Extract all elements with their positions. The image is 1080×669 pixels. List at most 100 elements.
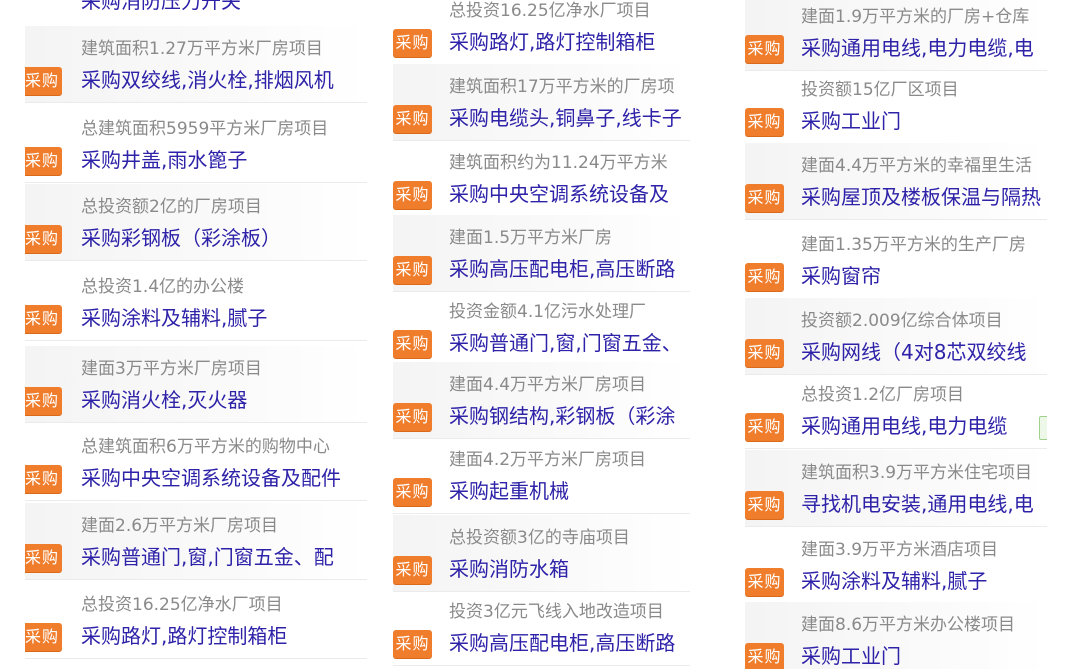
list-item[interactable]: 建面3.9万平方米酒店项目 采购 采购涂料及辅料,腻子 <box>745 527 1047 604</box>
purchase-badge: 采购 <box>393 256 432 284</box>
item-description: 投资额2.009亿综合体项目 <box>801 311 1003 331</box>
item-title[interactable]: 采购窗帘 <box>801 263 1047 289</box>
item-description: 总投资1.4亿的办公楼 <box>81 277 245 297</box>
list-item[interactable]: 建面4.4万平方米厂房项目 采购 采购钢结构,彩钢板（彩涂 <box>393 362 690 439</box>
purchase-badge: 采购 <box>745 413 784 441</box>
item-title[interactable]: 采购高压配电柜,高压断路 <box>449 630 690 656</box>
item-description: 建面1.9万平方米的厂房+仓库 <box>801 7 1030 27</box>
item-description: 建筑面积17万平方米的厂房项 <box>449 77 675 97</box>
list-item[interactable]: 建面4.4万平方米的幸福里生活 采购 采购屋顶及楼板保温与隔热 <box>745 143 1047 220</box>
purchase-badge: 采购 <box>393 181 432 209</box>
list-item[interactable]: 建筑面积1.27万平方米厂房项目 采购 采购双绞线,消火栓,排烟风机 <box>25 26 367 103</box>
item-title[interactable]: 采购普通门,窗,门窗五金、 <box>449 330 690 356</box>
list-item[interactable]: 总投资1.2亿厂房项目 采购 采购通用电线,电力电缆 <box>745 372 1047 449</box>
list-item[interactable]: 建面1.9万平方米的厂房+仓库 采购 采购通用电线,电力电缆,电 <box>745 0 1047 71</box>
purchase-badge: 采购 <box>393 330 432 358</box>
list-item[interactable]: 建筑面积17万平方米的厂房项 采购 采购电缆头,铜鼻子,线卡子 <box>393 64 690 141</box>
item-title[interactable]: 采购路灯,路灯控制箱柜 <box>449 29 690 55</box>
item-title[interactable]: 采购中央空调系统设备及配件 <box>81 465 367 491</box>
purchase-badge: 采购 <box>25 387 62 415</box>
item-description: 投资额15亿厂区项目 <box>801 80 959 100</box>
purchase-badge: 采购 <box>25 465 62 493</box>
item-title[interactable]: 采购涂料及辅料,腻子 <box>81 305 367 331</box>
item-description: 总投资16.25亿净水厂项目 <box>81 595 283 615</box>
list-item[interactable]: 建筑面积约为11.24万平方米 采购 采购中央空调系统设备及 <box>393 140 690 217</box>
purchase-badge: 采购 <box>25 623 62 651</box>
list-item[interactable]: 建面4.2万平方米厂房项目 采购 采购起重机械 <box>393 437 690 514</box>
list-item[interactable]: 投资额15亿厂区项目 采购 采购工业门 <box>745 67 1047 144</box>
purchase-badge: 采购 <box>25 544 62 572</box>
list-item[interactable]: 总投资16.25亿净水厂项目 采购 采购路灯,路灯控制箱柜 <box>393 0 690 65</box>
item-description: 建面3万平方米厂房项目 <box>81 359 262 379</box>
list-item[interactable]: 投资3亿元飞线入地改造项目 采购 采购高压配电柜,高压断路 <box>393 589 690 666</box>
item-description: 建面1.35万平方米的生产厂房 <box>801 235 1026 255</box>
item-title[interactable]: 采购电缆头,铜鼻子,线卡子 <box>449 105 690 131</box>
item-title[interactable]: 采购消防压力开关 <box>81 0 367 14</box>
item-description: 投资金额4.1亿污水处理厂 <box>449 302 647 322</box>
item-title[interactable]: 采购消防水箱 <box>449 556 690 582</box>
list-item[interactable]: 总投资1.4亿的办公楼 采购 采购涂料及辅料,腻子 <box>25 264 367 341</box>
item-title[interactable]: 采购井盖,雨水篦子 <box>81 147 367 173</box>
purchase-badge: 采购 <box>25 225 62 253</box>
list-item[interactable]: 总投资额3亿的寺庙项目 采购 采购消防水箱 <box>393 515 690 592</box>
purchase-badge: 采购 <box>745 491 784 519</box>
item-title[interactable]: 采购工业门 <box>801 108 1047 134</box>
project-column-1: 采购消防压力开关 建筑面积1.27万平方米厂房项目 采购 采购双绞线,消火栓,排… <box>25 0 367 669</box>
purchase-badge: 采购 <box>745 568 784 596</box>
item-description: 总投资额3亿的寺庙项目 <box>449 528 630 548</box>
item-description: 建面4.4万平方米的幸福里生活 <box>801 156 1033 176</box>
item-title[interactable]: 采购通用电线,电力电缆,电 <box>801 35 1047 61</box>
list-item[interactable]: 总建筑面积5959平方米厂房项目 采购 采购井盖,雨水篦子 <box>25 106 367 183</box>
green-tag <box>1039 416 1047 440</box>
item-title[interactable]: 采购工业门 <box>801 643 1047 669</box>
item-description: 总投资1.2亿厂房项目 <box>801 385 965 405</box>
item-title[interactable]: 采购消火栓,灭火器 <box>81 387 367 413</box>
item-description: 建面2.6万平方米厂房项目 <box>81 516 279 536</box>
purchase-badge: 采购 <box>25 147 62 175</box>
item-title[interactable]: 采购中央空调系统设备及 <box>449 181 690 207</box>
item-description: 总建筑面积5959平方米厂房项目 <box>81 119 329 139</box>
purchase-badge: 采购 <box>745 263 784 291</box>
item-description: 建筑面积3.9万平方米住宅项目 <box>801 463 1033 483</box>
item-description: 建面4.2万平方米厂房项目 <box>449 450 647 470</box>
item-description: 建筑面积1.27万平方米厂房项目 <box>81 39 323 59</box>
list-item[interactable]: 总投资额2亿的厂房项目 采购 采购彩钢板（彩涂板） <box>25 184 367 261</box>
item-title[interactable]: 采购起重机械 <box>449 478 690 504</box>
purchase-badge: 采购 <box>393 403 432 431</box>
list-item[interactable]: 建面8.6万平方米办公楼项目 采购 采购工业门 <box>745 602 1047 669</box>
item-title[interactable]: 寻找机电安装,通用电线,电 <box>801 491 1047 517</box>
list-item[interactable]: 总建筑面积6万平方米的购物中心 采购 采购中央空调系统设备及配件 <box>25 424 367 501</box>
purchase-badge: 采购 <box>393 29 432 57</box>
item-description: 总投资16.25亿净水厂项目 <box>449 1 651 21</box>
list-item[interactable]: 建面3万平方米厂房项目 采购 采购消火栓,灭火器 <box>25 346 367 423</box>
item-description: 建面8.6万平方米办公楼项目 <box>801 615 1016 635</box>
item-description: 总投资额2亿的厂房项目 <box>81 197 262 217</box>
purchase-badge: 采购 <box>25 305 62 333</box>
item-title[interactable]: 采购屋顶及楼板保温与隔热 <box>801 184 1047 210</box>
purchase-badge: 采购 <box>745 35 784 63</box>
item-description: 建面1.5万平方米厂房 <box>449 228 613 248</box>
purchase-badge: 采购 <box>745 108 784 136</box>
item-title[interactable]: 采购涂料及辅料,腻子 <box>801 568 1047 594</box>
item-title[interactable]: 采购钢结构,彩钢板（彩涂 <box>449 403 690 429</box>
item-title[interactable]: 采购彩钢板（彩涂板） <box>81 225 367 251</box>
project-column-3: 建面1.9万平方米的厂房+仓库 采购 采购通用电线,电力电缆,电 投资额15亿厂… <box>745 0 1047 669</box>
item-description: 建面3.9万平方米酒店项目 <box>801 540 999 560</box>
item-description: 总建筑面积6万平方米的购物中心 <box>81 437 330 457</box>
list-item[interactable]: 建面1.35万平方米的生产厂房 采购 采购窗帘 <box>745 222 1047 299</box>
item-title[interactable]: 采购普通门,窗,门窗五金、配 <box>81 544 367 570</box>
list-item[interactable]: 总投资16.25亿净水厂项目 采购 采购路灯,路灯控制箱柜 <box>25 582 367 659</box>
item-title[interactable]: 采购高压配电柜,高压断路 <box>449 256 690 282</box>
purchase-badge: 采购 <box>393 630 432 658</box>
item-title[interactable]: 采购通用电线,电力电缆 <box>801 413 1047 439</box>
item-title[interactable]: 采购双绞线,消火栓,排烟风机 <box>81 67 367 93</box>
item-title[interactable]: 采购网线（4对8芯双绞线 <box>801 339 1047 365</box>
item-title[interactable]: 采购路灯,路灯控制箱柜 <box>81 623 367 649</box>
purchase-badge: 采购 <box>745 339 784 367</box>
list-item[interactable]: 建面1.5万平方米厂房 采购 采购高压配电柜,高压断路 <box>393 215 690 292</box>
list-item[interactable]: 投资金额4.1亿污水处理厂 采购 采购普通门,窗,门窗五金、 <box>393 289 690 366</box>
item-description: 投资3亿元飞线入地改造项目 <box>449 602 664 622</box>
list-item[interactable]: 投资额2.009亿综合体项目 采购 采购网线（4对8芯双绞线 <box>745 298 1047 375</box>
list-item[interactable]: 建面2.6万平方米厂房项目 采购 采购普通门,窗,门窗五金、配 <box>25 503 367 580</box>
list-item[interactable]: 建筑面积3.9万平方米住宅项目 采购 寻找机电安装,通用电线,电 <box>745 450 1047 527</box>
